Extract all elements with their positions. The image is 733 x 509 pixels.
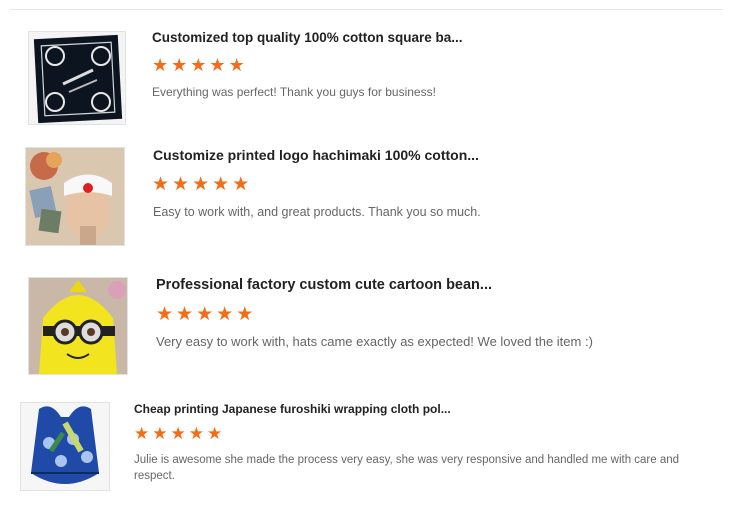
rating-stars: ★ ★ ★ ★ ★ (152, 175, 249, 194)
product-title[interactable]: Professional factory custom cute cartoon… (156, 277, 492, 293)
product-thumbnail[interactable] (28, 31, 126, 125)
product-title[interactable]: Cheap printing Japanese furoshiki wrappi… (134, 402, 451, 416)
star-icon: ★ (190, 55, 207, 76)
star-icon: ★ (209, 55, 226, 76)
star-icon: ★ (172, 173, 190, 195)
star-icon: ★ (134, 424, 150, 444)
product-thumbnail[interactable] (25, 147, 125, 246)
rating-stars: ★ ★ ★ ★ ★ (134, 426, 222, 443)
review-comment: Very easy to work with, hats came exactl… (156, 334, 593, 349)
star-icon: ★ (171, 55, 188, 76)
divider (10, 9, 723, 10)
star-icon: ★ (170, 424, 186, 444)
star-icon: ★ (152, 424, 168, 444)
star-icon: ★ (228, 55, 245, 76)
beanie-image (29, 278, 127, 374)
star-icon: ★ (216, 303, 234, 325)
star-icon: ★ (152, 55, 169, 76)
rating-stars: ★ ★ ★ ★ ★ (152, 57, 245, 75)
star-icon: ★ (152, 173, 170, 195)
star-icon: ★ (196, 303, 214, 325)
star-icon: ★ (156, 303, 174, 325)
furoshiki-image (21, 403, 109, 490)
star-icon: ★ (212, 173, 230, 195)
review-comment: Julie is awesome she made the process ve… (134, 454, 680, 482)
rating-stars: ★ ★ ★ ★ ★ (156, 305, 253, 324)
review-comment: Easy to work with, and great products. T… (153, 205, 481, 219)
hachimaki-image (26, 148, 124, 245)
product-title[interactable]: Customized top quality 100% cotton squar… (152, 30, 463, 45)
star-icon: ★ (232, 173, 250, 195)
star-icon: ★ (207, 424, 223, 444)
product-thumbnail[interactable] (28, 277, 128, 375)
star-icon: ★ (176, 303, 194, 325)
star-icon: ★ (192, 173, 210, 195)
product-title[interactable]: Customize printed logo hachimaki 100% co… (153, 147, 479, 163)
star-icon: ★ (188, 424, 204, 444)
star-icon: ★ (236, 303, 254, 325)
bandana-image (29, 32, 125, 124)
review-comment: Everything was perfect! Thank you guys f… (152, 85, 436, 99)
product-thumbnail[interactable] (20, 402, 110, 491)
